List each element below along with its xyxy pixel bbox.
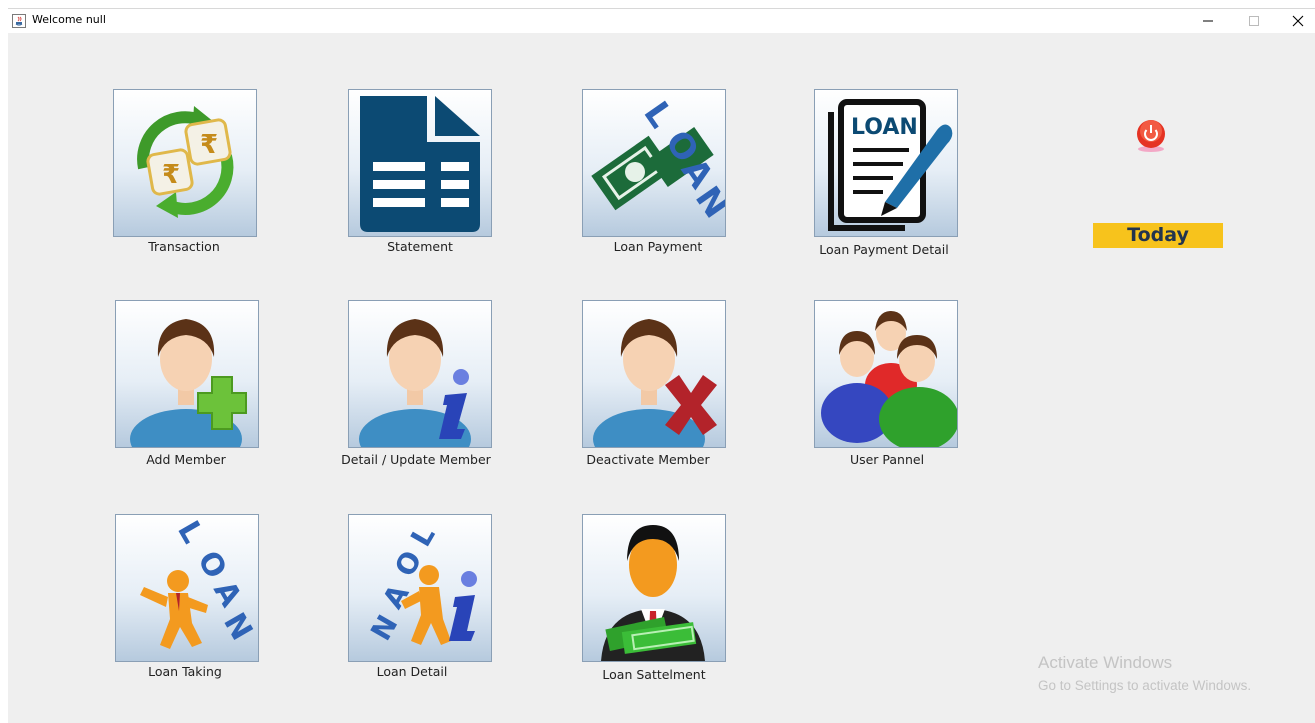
maximize-icon (1249, 16, 1259, 26)
svg-text:L: L (404, 520, 442, 552)
statement-label: Statement (387, 239, 453, 254)
document-icon (360, 96, 480, 232)
user-remove-icon (593, 319, 717, 447)
detail-update-member-button[interactable] (348, 300, 492, 448)
svg-text:₹: ₹ (162, 160, 180, 190)
svg-text:L: L (170, 515, 210, 549)
svg-text:N: N (216, 607, 258, 646)
loan-detail-button[interactable]: L O A N (348, 514, 492, 662)
loan-money-icon: L O A N (591, 95, 725, 226)
svg-text:O: O (190, 545, 233, 585)
svg-text:LOAN: LOAN (851, 115, 918, 140)
loan-sattelment-button[interactable] (582, 514, 726, 662)
activate-windows-title: Activate Windows (1038, 653, 1173, 672)
add-member-label: Add Member (146, 452, 226, 467)
svg-text:₹: ₹ (200, 130, 218, 160)
user-pannel-label: User Pannel (849, 452, 925, 467)
minimize-icon (1203, 20, 1213, 22)
title-bar: Welcome null (8, 9, 1315, 33)
window-title: Welcome null (32, 13, 106, 26)
transaction-button[interactable]: ₹ ₹ (113, 89, 257, 237)
deactivate-member-button[interactable] (582, 300, 726, 448)
today-label: Today (1093, 223, 1223, 248)
detail-update-member-label: Detail / Update Member (341, 452, 491, 467)
loan-payment-detail-label: Loan Payment Detail (819, 242, 949, 257)
svg-text:N: N (364, 609, 404, 646)
svg-text:L: L (635, 95, 680, 136)
power-icon (1137, 120, 1165, 152)
close-button[interactable] (1276, 9, 1315, 33)
loan-payment-detail-button[interactable]: LOAN (814, 89, 958, 237)
user-group-icon (821, 311, 957, 447)
close-icon (1292, 15, 1304, 27)
maximize-button[interactable] (1232, 9, 1276, 33)
loan-taking-man-icon: L O A N (140, 515, 258, 649)
loan-detail-label: Loan Detail (376, 664, 448, 679)
loan-sattelment-label: Loan Sattelment (602, 667, 706, 682)
java-app-icon (12, 14, 26, 28)
transaction-label: Transaction (148, 239, 220, 254)
deactivate-member-label: Deactivate Member (586, 452, 710, 467)
user-add-icon (130, 319, 247, 447)
businessman-money-icon (601, 525, 705, 661)
statement-button[interactable] (348, 89, 492, 237)
power-button[interactable] (1135, 118, 1167, 154)
loan-taking-label: Loan Taking (148, 664, 222, 679)
activate-windows-subtitle: Go to Settings to activate Windows. (1038, 678, 1252, 693)
loan-taking-button[interactable]: L O A N (115, 514, 259, 662)
user-pannel-button[interactable] (814, 300, 958, 448)
user-info-icon (359, 319, 471, 447)
minimize-button[interactable] (1186, 9, 1230, 33)
svg-text:A: A (206, 575, 248, 613)
loan-detail-man-icon: L O A N (364, 520, 477, 646)
loan-document-pen-icon: LOAN (828, 99, 953, 231)
rupee-exchange-icon: ₹ ₹ (137, 106, 234, 218)
add-member-button[interactable] (115, 300, 259, 448)
loan-payment-button[interactable]: L O A N (582, 89, 726, 237)
loan-payment-label: Loan Payment (613, 239, 703, 254)
